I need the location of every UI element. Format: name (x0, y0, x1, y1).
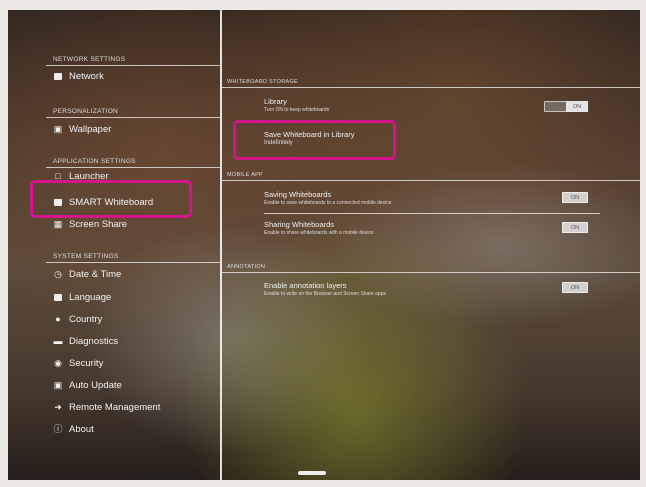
highlight-save-whiteboard (233, 120, 396, 160)
setting-annotation-layers[interactable]: Enable annotation layers Enable to write… (264, 281, 386, 297)
sidebar-item-auto-update[interactable]: ▣ Auto Update (53, 377, 122, 393)
toggle-state-label: ON (570, 224, 580, 231)
section-rule (46, 65, 220, 66)
saving-whiteboards-toggle[interactable]: ON (562, 192, 588, 203)
sidebar-item-label: Wallpaper (69, 123, 112, 135)
setting-title: Enable annotation layers (264, 281, 347, 290)
setting-description: Enable to save whiteboards to a connecte… (264, 200, 392, 206)
section-rule (46, 262, 220, 263)
diagnostics-icon: ▬ (53, 335, 63, 346)
sidebar-item-wallpaper[interactable]: ▣ Wallpaper (53, 121, 112, 137)
location-icon: ● (55, 313, 61, 324)
sidebar-item-network[interactable]: Network (53, 68, 104, 84)
sidebar-item-label: Security (69, 357, 104, 369)
setting-title: Library (264, 97, 287, 106)
section-rule (222, 87, 640, 88)
update-icon: ▣ (53, 379, 63, 390)
sidebar-item-screen-share[interactable]: ▦ Screen Share (53, 216, 127, 232)
wallpaper-icon: ▣ (53, 123, 63, 134)
section-header-whiteboard-storage: WHITEBOARD STORAGE (227, 79, 298, 85)
section-rule (46, 167, 220, 168)
settings-screen: NETWORK SETTINGS Network PERSONALIZATION… (8, 10, 640, 480)
toggle-state-label: ON (570, 284, 580, 291)
remote-icon: ➜ (54, 401, 62, 412)
sidebar-item-label: About (69, 423, 94, 435)
home-indicator (298, 471, 326, 475)
security-icon: ◉ (54, 357, 62, 368)
section-rule (222, 272, 640, 273)
setting-description: Enable to write on the Browser and Scree… (264, 291, 387, 297)
sidebar-item-country[interactable]: ● Country (53, 311, 102, 327)
section-header-application: APPLICATION SETTINGS (53, 158, 136, 165)
sidebar-item-launcher[interactable]: □ Launcher (53, 172, 109, 180)
sidebar-item-diagnostics[interactable]: ▬ Diagnostics (53, 333, 119, 349)
sidebar-item-label: Language (69, 291, 112, 303)
toggle-state-label: ON (566, 101, 588, 112)
section-rule (222, 180, 640, 181)
sidebar-item-label: Country (69, 313, 103, 325)
item-rule (264, 213, 600, 214)
sidebar-item-label: Auto Update (69, 379, 122, 391)
section-header-system: SYSTEM SETTINGS (53, 253, 119, 260)
screen-share-icon: ▦ (53, 218, 63, 229)
setting-sharing-whiteboards[interactable]: Sharing Whiteboards Enable to share whit… (264, 220, 374, 236)
setting-title: Saving Whiteboards (264, 190, 332, 199)
library-toggle[interactable]: ON (544, 101, 588, 112)
sidebar-item-about[interactable]: ⓘ About (53, 421, 94, 437)
sidebar-item-date-time[interactable]: ◷ Date & Time (53, 266, 121, 282)
clock-icon: ◷ (54, 268, 62, 279)
annotation-layers-toggle[interactable]: ON (562, 282, 588, 293)
section-header-annotation: ANNOTATION (227, 264, 266, 270)
sidebar-item-label: Network (69, 70, 104, 82)
section-header-mobile-app: MOBILE APP (227, 172, 264, 178)
setting-title: Sharing Whiteboards (264, 220, 335, 229)
settings-main-panel: WHITEBOARD STORAGE Library Turn ON to ke… (222, 10, 640, 480)
setting-description: Enable to share whiteboards with a mobil… (264, 230, 374, 236)
sharing-whiteboards-toggle[interactable]: ON (562, 222, 588, 233)
sidebar-item-label: Remote Management (69, 401, 161, 413)
network-icon (53, 71, 63, 81)
sidebar-item-language[interactable]: Language (53, 289, 111, 305)
setting-library[interactable]: Library Turn ON to keep whiteboards (264, 97, 329, 113)
launcher-icon: □ (55, 172, 61, 180)
section-rule (46, 117, 220, 118)
info-icon: ⓘ (53, 423, 63, 434)
sidebar-item-remote-management[interactable]: ➜ Remote Management (53, 399, 160, 415)
display-bezel: NETWORK SETTINGS Network PERSONALIZATION… (0, 0, 646, 487)
toggle-state-label: ON (570, 194, 580, 201)
sidebar-item-label: Diagnostics (69, 335, 119, 347)
settings-sidebar: NETWORK SETTINGS Network PERSONALIZATION… (8, 10, 220, 480)
setting-description: Turn ON to keep whiteboards (264, 107, 330, 113)
section-header-network: NETWORK SETTINGS (53, 56, 126, 63)
language-icon (53, 292, 63, 302)
setting-saving-whiteboards[interactable]: Saving Whiteboards Enable to save whiteb… (264, 190, 392, 206)
sidebar-item-label: Screen Share (69, 218, 128, 230)
highlight-smart-whiteboard (30, 180, 192, 218)
sidebar-item-security[interactable]: ◉ Security (53, 355, 103, 371)
sidebar-item-label: Launcher (69, 172, 109, 180)
sidebar-item-label: Date & Time (69, 268, 122, 280)
section-header-personalization: PERSONALIZATION (53, 108, 119, 115)
